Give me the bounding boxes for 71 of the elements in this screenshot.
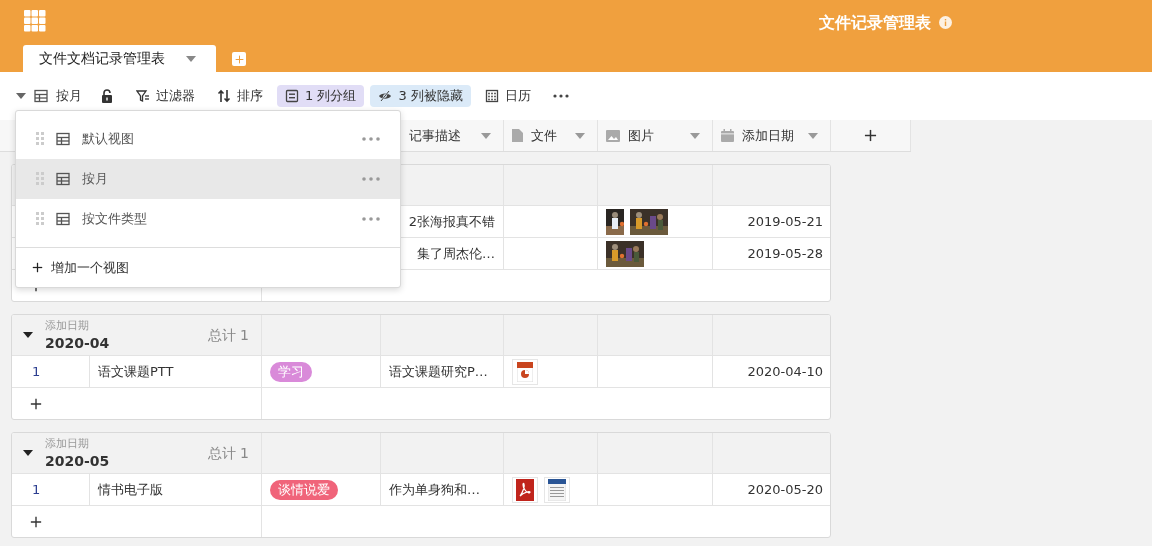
table-icon	[34, 89, 48, 103]
table-icon	[56, 212, 70, 226]
caret-icon	[575, 132, 585, 139]
sort-icon	[217, 89, 231, 103]
group-field-label: 添加日期	[45, 320, 90, 331]
calendar-icon	[484, 89, 499, 103]
table-cell-text: 2020-05-20	[747, 480, 823, 499]
column-header[interactable]: 图片	[598, 120, 713, 151]
add-row-button[interactable]	[30, 397, 42, 410]
hidden-button[interactable]: 3 列被隐藏	[370, 85, 471, 107]
caret-icon	[808, 132, 818, 139]
group-field-label: 添加日期	[45, 438, 90, 449]
filter-icon	[136, 89, 150, 103]
table-cell-text: 作为单身狗和…	[389, 480, 480, 499]
column-header[interactable]: 添加日期	[713, 120, 831, 151]
table-icon	[56, 172, 70, 186]
add-view-button[interactable]: 增加一个视图	[16, 248, 400, 287]
app-title: 文件记录管理表	[819, 11, 931, 34]
more-icon	[552, 94, 569, 98]
more-icon[interactable]	[362, 137, 380, 141]
calendar-button[interactable]: 日历	[476, 85, 539, 107]
table-cell-text: 语文课题研究P…	[389, 362, 488, 381]
group-button[interactable]: 1 列分组	[277, 85, 365, 107]
sort-button[interactable]: 排序	[209, 85, 271, 107]
caret-down-icon[interactable]	[23, 330, 33, 340]
table-cell-text: 语文课题PTT	[98, 362, 174, 381]
filter-button[interactable]: 过滤器	[128, 85, 203, 107]
caret-down-icon[interactable]	[23, 448, 33, 458]
calendar-icon	[721, 129, 734, 142]
column-header[interactable]: 文件	[504, 120, 598, 151]
table-tab[interactable]: 文件文档记录管理表	[23, 45, 216, 72]
lock-icon	[100, 89, 114, 103]
group-count: 总计 1	[207, 443, 249, 463]
view-switcher[interactable]: 按月	[16, 86, 82, 106]
image-icon	[606, 129, 620, 142]
caret-icon	[690, 132, 700, 139]
caret-icon	[186, 55, 196, 62]
table-cell-text: 情书电子版	[98, 480, 163, 499]
table-cell-text: 2张海报真不错	[408, 212, 495, 231]
view-name: 按月	[82, 170, 108, 189]
view-menu-item[interactable]: 按文件类型	[16, 199, 400, 239]
group-count: 总计 1	[207, 325, 249, 345]
group-icon	[285, 89, 299, 103]
caret-icon	[481, 132, 491, 139]
table-icon	[56, 132, 70, 146]
drag-handle-icon[interactable]	[36, 212, 44, 226]
document-file-icon[interactable]	[548, 478, 566, 501]
plus-icon[interactable]	[864, 129, 877, 142]
plus-icon[interactable]	[32, 262, 43, 273]
row-number: 1	[32, 362, 41, 381]
file-icon	[512, 129, 523, 142]
tag: 学习	[270, 361, 312, 382]
drag-handle-icon[interactable]	[36, 172, 44, 186]
more-icon[interactable]	[362, 217, 380, 221]
table-cell-text: 集了周杰伦…	[417, 244, 495, 263]
pdf-file-icon[interactable]	[516, 478, 534, 501]
group-value: 2020-05	[45, 454, 110, 468]
view-name: 默认视图	[82, 130, 134, 149]
drag-handle-icon[interactable]	[36, 132, 44, 146]
table-cell-text: 2019-05-21	[747, 212, 823, 231]
view-name: 按文件类型	[82, 210, 147, 229]
caret-icon	[16, 93, 26, 99]
presentation-file-icon[interactable]	[517, 361, 533, 382]
group-value: 2020-04	[45, 336, 110, 350]
add-row-button[interactable]	[30, 515, 42, 528]
tag: 谈情说爱	[270, 479, 338, 500]
row-number: 1	[32, 480, 41, 499]
table-cell-text: 2019-05-28	[747, 244, 823, 263]
table-cell-text: 2020-04-10	[747, 362, 823, 381]
eye-slash-icon	[378, 89, 393, 103]
view-menu-item[interactable]: 按月	[16, 159, 400, 199]
